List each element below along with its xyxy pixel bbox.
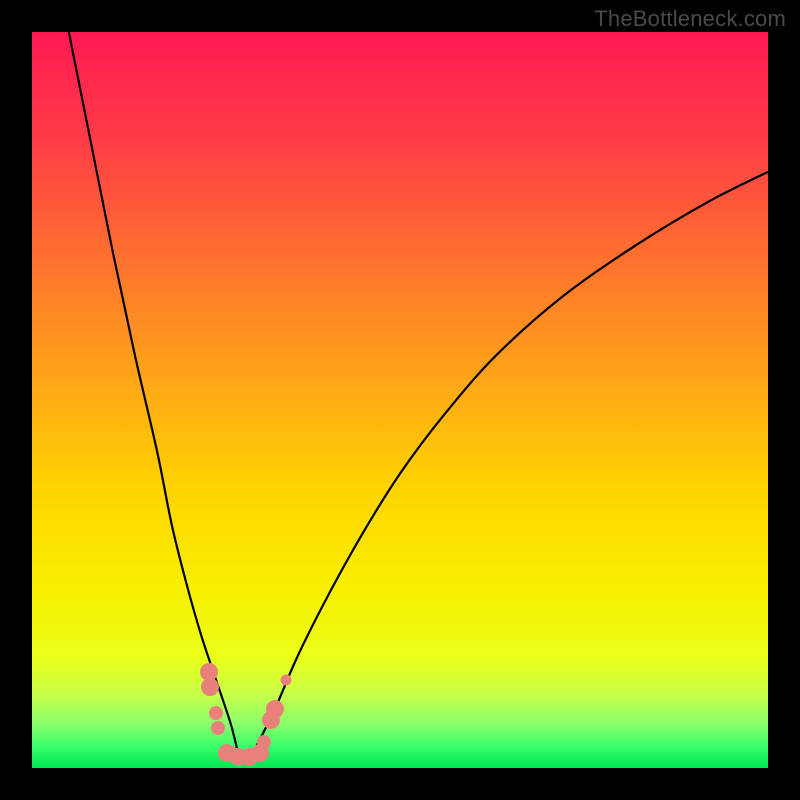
data-point-marker — [201, 678, 219, 696]
plot-background — [32, 32, 768, 768]
watermark-text: TheBottleneck.com — [594, 6, 786, 32]
data-point-marker — [209, 706, 223, 720]
plot-frame — [32, 32, 768, 768]
data-point-marker — [211, 721, 225, 735]
data-point-marker — [266, 700, 284, 718]
data-point-marker — [257, 735, 271, 749]
data-point-marker — [280, 674, 291, 685]
